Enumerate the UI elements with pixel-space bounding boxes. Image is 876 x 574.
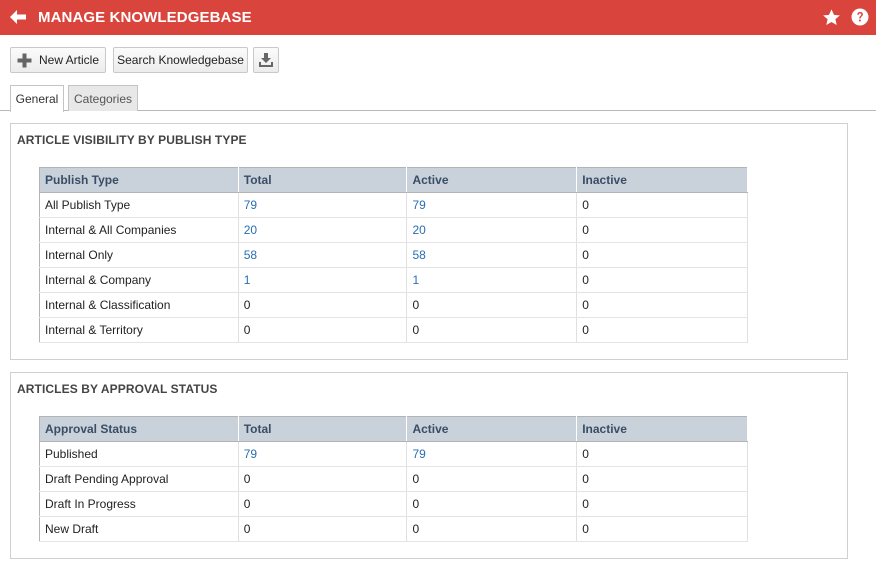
back-arrow-icon[interactable] [8,8,28,26]
active-count-link[interactable]: 58 [406,242,578,268]
table-row: Internal & All Companies 20 20 0 [39,217,748,243]
inactive-count-cell: 0 [576,242,748,268]
new-article-label: New Article [39,53,100,67]
page-header: MANAGE KNOWLEDGEBASE [0,0,876,35]
table-row: Published 79 79 0 [39,441,748,467]
tab-general[interactable]: General [10,85,64,112]
active-count-link[interactable]: 20 [406,217,578,243]
table-row: Internal & Classification 0 0 0 [39,292,748,318]
visibility-section-title: ARTICLE VISIBILITY BY PUBLISH TYPE [17,133,247,147]
table-row: Draft Pending Approval 0 0 0 [39,466,748,492]
column-header[interactable]: Total [238,167,408,193]
inactive-count-cell: 0 [576,491,748,517]
inactive-count-cell: 0 [576,267,748,293]
total-count-cell: 0 [238,466,408,492]
column-header[interactable]: Active [406,416,578,442]
table-row: Draft In Progress 0 0 0 [39,491,748,517]
column-header[interactable]: Publish Type [39,167,239,193]
approval-status-cell: New Draft [39,516,239,542]
download-button[interactable] [253,47,279,73]
publish-type-cell: Internal & Company [39,267,239,293]
help-icon[interactable] [851,8,869,26]
table-row: Internal Only 58 58 0 [39,242,748,268]
table-row: New Draft 0 0 0 [39,516,748,542]
active-count-cell: 0 [406,317,578,343]
total-count-cell: 0 [238,317,408,343]
column-header[interactable]: Total [238,416,408,442]
tab-bar: General Categories [0,84,876,112]
publish-type-cell: Internal Only [39,242,239,268]
download-icon [259,53,273,67]
total-count-link[interactable]: 79 [238,192,408,218]
inactive-count-cell: 0 [576,516,748,542]
approval-status-cell: Draft In Progress [39,491,239,517]
new-article-button[interactable]: New Article [10,47,106,73]
active-count-link[interactable]: 1 [406,267,578,293]
total-count-link[interactable]: 20 [238,217,408,243]
publish-type-cell: Internal & Classification [39,292,239,318]
tab-general-label: General [15,92,59,106]
inactive-count-cell: 0 [576,192,748,218]
table-row: All Publish Type 79 79 0 [39,192,748,218]
total-count-link[interactable]: 58 [238,242,408,268]
search-knowledgebase-button[interactable]: Search Knowledgebase [113,47,248,73]
column-header[interactable]: Approval Status [39,416,239,442]
favorite-star-icon[interactable] [822,8,841,27]
plus-icon [17,53,32,67]
table-header-row: Approval Status Total Active Inactive [39,416,748,442]
approval-status-cell: Published [39,441,239,467]
publish-type-cell: Internal & All Companies [39,217,239,243]
page-title: MANAGE KNOWLEDGEBASE [38,9,252,26]
total-count-cell: 0 [238,491,408,517]
tab-categories[interactable]: Categories [68,85,138,111]
publish-type-cell: Internal & Territory [39,317,239,343]
table-header-row: Publish Type Total Active Inactive [39,167,748,193]
approval-status-cell: Draft Pending Approval [39,466,239,492]
column-header[interactable]: Active [406,167,578,193]
total-count-cell: 0 [238,516,408,542]
approval-table: Approval Status Total Active Inactive Pu… [39,416,748,542]
column-header[interactable]: Inactive [576,167,748,193]
column-header[interactable]: Inactive [576,416,748,442]
active-count-cell: 0 [406,466,578,492]
active-count-link[interactable]: 79 [406,441,578,467]
inactive-count-cell: 0 [576,292,748,318]
total-count-link[interactable]: 1 [238,267,408,293]
inactive-count-cell: 0 [576,217,748,243]
active-count-cell: 0 [406,292,578,318]
inactive-count-cell: 0 [576,466,748,492]
tab-categories-label: Categories [73,91,133,106]
total-count-link[interactable]: 79 [238,441,408,467]
total-count-cell: 0 [238,292,408,318]
table-row: Internal & Company 1 1 0 [39,267,748,293]
search-knowledgebase-label: Search Knowledgebase [117,53,244,67]
table-row: Internal & Territory 0 0 0 [39,317,748,343]
visibility-table: Publish Type Total Active Inactive All P… [39,167,748,343]
visibility-section: ARTICLE VISIBILITY BY PUBLISH TYPE Publi… [10,123,848,360]
active-count-link[interactable]: 79 [406,192,578,218]
inactive-count-cell: 0 [576,441,748,467]
publish-type-cell: All Publish Type [39,192,239,218]
approval-section: ARTICLES BY APPROVAL STATUS Approval Sta… [10,372,848,559]
inactive-count-cell: 0 [576,317,748,343]
approval-section-title: ARTICLES BY APPROVAL STATUS [17,382,218,396]
active-count-cell: 0 [406,516,578,542]
active-count-cell: 0 [406,491,578,517]
